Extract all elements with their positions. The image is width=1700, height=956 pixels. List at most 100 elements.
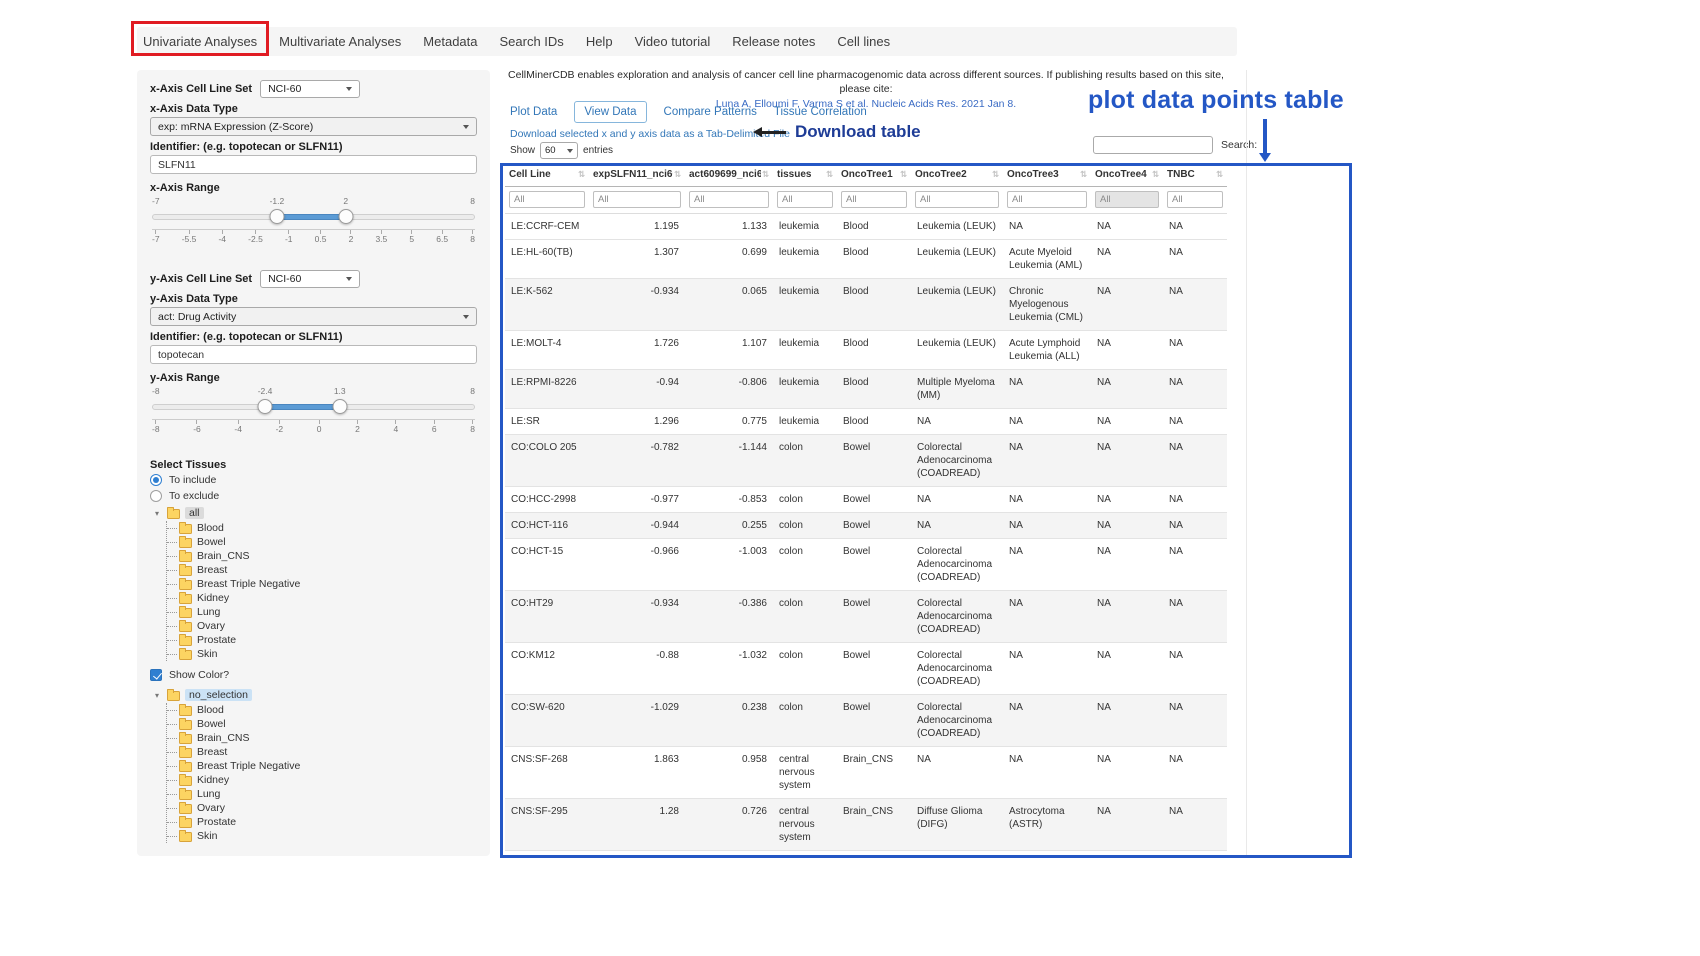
color-tree-item-skin[interactable]: Skin	[167, 829, 477, 843]
nav-item-release-notes[interactable]: Release notes	[721, 34, 826, 49]
x-range-low-handle[interactable]	[269, 209, 284, 224]
table-row: LE:SR1.2960.775leukemiaBloodNANANANA	[505, 409, 1227, 435]
x-data-type-select[interactable]: exp: mRNA Expression (Z-Score)	[150, 117, 477, 136]
column-filter-act609699-nci60[interactable]	[689, 191, 769, 208]
tree-item-label: Brain_CNS	[197, 732, 250, 744]
y-cell-line-set-select[interactable]: NCI-60	[260, 270, 360, 288]
tissue-include-tree-item-breast[interactable]: Breast	[167, 563, 477, 577]
color-tree-item-brain-cns[interactable]: Brain_CNS	[167, 731, 477, 745]
search-input[interactable]	[1093, 136, 1213, 154]
tissue-include-tree-item-brain-cns[interactable]: Brain_CNS	[167, 549, 477, 563]
column-filter-tissues[interactable]	[777, 191, 833, 208]
nav-item-search-ids[interactable]: Search IDs	[489, 34, 575, 49]
color-tree-item-bowel[interactable]: Bowel	[167, 717, 477, 731]
y-data-type-select[interactable]: act: Drug Activity	[150, 307, 477, 326]
table-cell: NA	[1091, 435, 1163, 487]
y-range-high-handle[interactable]	[332, 399, 347, 414]
table-cell: 0.065	[685, 279, 773, 331]
column-filter-oncotree4[interactable]	[1095, 191, 1159, 208]
table-cell: NA	[911, 513, 1003, 539]
tab-view-data[interactable]: View Data	[574, 101, 646, 123]
tree-expand-icon[interactable]: ▾	[152, 691, 162, 700]
color-tree-item-breast-triple-negative[interactable]: Breast Triple Negative	[167, 759, 477, 773]
column-header-cell-line[interactable]: Cell Line⇅	[505, 163, 589, 187]
x-range-slider[interactable]: -78-1.22-7-5.5-4-2.5-10.523.556.58	[152, 196, 475, 248]
nav-item-metadata[interactable]: Metadata	[412, 34, 488, 49]
y-range-min-label: -8	[152, 386, 160, 397]
tree-expand-icon[interactable]: ▾	[152, 509, 162, 518]
y-range-slider[interactable]: -88-2.41.3-8-6-4-202468	[152, 386, 475, 438]
column-header-oncotree1[interactable]: OncoTree1⇅	[837, 163, 911, 187]
column-filter-oncotree3[interactable]	[1007, 191, 1087, 208]
column-header-inner: act609699_nci60⇅	[689, 169, 769, 180]
tissue-include-tree-item-kidney[interactable]: Kidney	[167, 591, 477, 605]
table-cell: Leukemia (LEUK)	[911, 331, 1003, 370]
column-header-oncotree3[interactable]: OncoTree3⇅	[1003, 163, 1091, 187]
show-color-checkbox[interactable]: Show Color?	[150, 667, 477, 683]
tree-item-label: Prostate	[197, 816, 236, 828]
color-tree-item-lung[interactable]: Lung	[167, 787, 477, 801]
table-row: CO:KM12-0.88-1.032colonBowelColorectal A…	[505, 643, 1227, 695]
filter-cell-oncotree3	[1003, 187, 1091, 214]
folder-icon	[167, 691, 180, 701]
table-cell: NA	[1163, 799, 1227, 851]
tissue-include-tree-item-blood[interactable]: Blood	[167, 521, 477, 535]
tissue-include-radio[interactable]: To include	[150, 473, 477, 487]
column-label: Cell Line	[509, 169, 551, 180]
x-identifier-input[interactable]	[150, 155, 477, 174]
color-tree-item-kidney[interactable]: Kidney	[167, 773, 477, 787]
nav-item-univariate-analyses[interactable]: Univariate Analyses	[137, 34, 268, 49]
nav-item-help[interactable]: Help	[575, 34, 624, 49]
column-header-tissues[interactable]: tissues⇅	[773, 163, 837, 187]
tissue-exclude-radio[interactable]: To exclude	[150, 489, 477, 503]
color-tree-item-breast[interactable]: Breast	[167, 745, 477, 759]
column-header-inner: expSLFN11_nci60⇅	[593, 169, 681, 180]
color-tree-item-prostate[interactable]: Prostate	[167, 815, 477, 829]
column-header-oncotree2[interactable]: OncoTree2⇅	[911, 163, 1003, 187]
color-tree-root[interactable]: ▾no_selection	[152, 687, 477, 703]
column-filter-tnbc[interactable]	[1167, 191, 1223, 208]
color-tree-item-ovary[interactable]: Ovary	[167, 801, 477, 815]
x-range-high-handle[interactable]	[338, 209, 353, 224]
y-range-low-handle[interactable]	[258, 399, 273, 414]
tab-compare-patterns[interactable]: Compare Patterns	[664, 106, 757, 118]
tab-plot-data[interactable]: Plot Data	[510, 106, 557, 118]
column-filter-cell-line[interactable]	[509, 191, 585, 208]
tissue-include-tree-item-bowel[interactable]: Bowel	[167, 535, 477, 549]
x-cell-line-set-select[interactable]: NCI-60	[260, 80, 360, 98]
tab-tissue-correlation[interactable]: Tissue Correlation	[774, 106, 867, 118]
nav-item-multivariate-analyses[interactable]: Multivariate Analyses	[268, 34, 412, 49]
column-header-tnbc[interactable]: TNBC⇅	[1163, 163, 1227, 187]
tree-item-label: Bowel	[197, 536, 226, 548]
tick-label: -2	[276, 420, 284, 434]
color-tree-item-blood[interactable]: Blood	[167, 703, 477, 717]
y-identifier-input[interactable]	[150, 345, 477, 364]
chevron-down-icon	[346, 277, 352, 281]
column-filter-expslfn11-nci60[interactable]	[593, 191, 681, 208]
tissue-include-tree-item-ovary[interactable]: Ovary	[167, 619, 477, 633]
column-filter-oncotree2[interactable]	[915, 191, 999, 208]
table-cell: NA	[1163, 591, 1227, 643]
tissue-include-tree-item-lung[interactable]: Lung	[167, 605, 477, 619]
table-row: CO:HT29-0.934-0.386colonBowelColorectal …	[505, 591, 1227, 643]
column-header-expslfn11-nci60[interactable]: expSLFN11_nci60⇅	[589, 163, 685, 187]
x-cell-line-set-value: NCI-60	[268, 83, 301, 95]
folder-icon	[179, 720, 192, 730]
column-filter-oncotree1[interactable]	[841, 191, 907, 208]
folder-icon	[167, 509, 180, 519]
chevron-down-icon	[463, 125, 469, 129]
column-header-act609699-nci60[interactable]: act609699_nci60⇅	[685, 163, 773, 187]
table-cell: NA	[1091, 747, 1163, 799]
table-row: LE:MOLT-41.7261.107leukemiaBloodLeukemia…	[505, 331, 1227, 370]
tissue-include-tree-item-breast-triple-negative[interactable]: Breast Triple Negative	[167, 577, 477, 591]
tissue-include-tree-item-skin[interactable]: Skin	[167, 647, 477, 661]
download-link[interactable]: Download selected x and y axis data as a…	[510, 128, 790, 140]
tissue-include-tree-item-prostate[interactable]: Prostate	[167, 633, 477, 647]
entries-select[interactable]: 60	[540, 142, 578, 159]
table-cell: LE:MOLT-4	[505, 331, 589, 370]
nav-item-video-tutorial[interactable]: Video tutorial	[624, 34, 722, 49]
tissue-include-tree-root[interactable]: ▾all	[152, 505, 477, 521]
column-header-oncotree4[interactable]: OncoTree4⇅	[1091, 163, 1163, 187]
sort-icon: ⇅	[1080, 169, 1087, 179]
nav-item-cell-lines[interactable]: Cell lines	[826, 34, 901, 49]
